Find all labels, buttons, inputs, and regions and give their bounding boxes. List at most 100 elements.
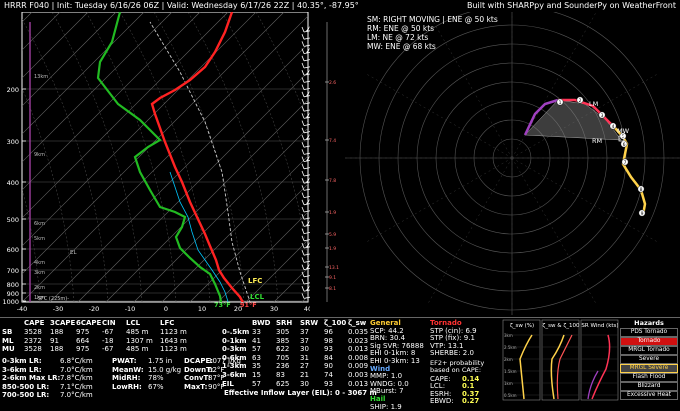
kinematic-cell: 33: [252, 328, 261, 336]
rm-label: RM: [592, 137, 602, 145]
kinematic-cell: 93: [324, 379, 333, 388]
tornado-item: SHERBE: 2.0: [430, 349, 474, 358]
kinematic-cell: 3-6km: [222, 371, 247, 379]
mini-profile-panels: ζ_sw (%) ζ_sw & ζ_100 SR Wind (kts) 3km 2.5k…: [502, 319, 619, 401]
hodo-height-label: 4: [612, 124, 615, 130]
kinematic-cell: 0.009: [348, 362, 369, 371]
kinematic-cell: 93: [324, 345, 333, 354]
kinematic-cell: 0-1km: [222, 336, 247, 345]
tornado-params: Tornado STP (cin): 6.9 STP (fix): 9.1 VTP: …: [430, 319, 502, 405]
height-label: 9km: [34, 152, 45, 158]
skewt-frame: [21, 12, 309, 303]
isotherm: [0, 12, 4, 302]
kinematic-cell: 21: [300, 371, 309, 379]
hazard-severe: Severe: [620, 354, 678, 364]
general-params: General SCP: 44.2 BRN: 30.4 Sig SVR: 76888 E…: [370, 319, 430, 411]
thermo-cell: -67: [102, 328, 114, 336]
hodograph-panel: 1 23456789LMMWRM SM: RIGHT MOVING | ENE @…: [345, 12, 680, 315]
pressure-label: 400: [7, 179, 19, 187]
thermo-cell: SB: [2, 328, 13, 336]
kinematic-cell: SRW: [300, 319, 319, 327]
vv-value: 8.1: [329, 286, 336, 292]
thermo-cell: -18: [102, 336, 114, 345]
hazard-excessive-heat: Excessive Heat: [620, 390, 678, 400]
surface-temperature: 91°F: [240, 301, 257, 309]
kinematic-cell: 0.003: [348, 371, 369, 379]
thermo-cell: 975: [76, 345, 90, 354]
hazard-blizzard: Blizzard: [620, 381, 678, 391]
mini-panel-title: SR Wind (kts): [581, 323, 618, 329]
sounding-title: HRRR F040 | Init: Tuesday 6/16/26 06Z | …: [4, 1, 359, 10]
hazard-pds-tornado: PDS Tornado: [620, 327, 678, 337]
kinematic-cell: SRH: [276, 319, 293, 327]
kinematic-cell: 35: [252, 362, 261, 371]
thermo-cell: MU: [2, 345, 15, 354]
thermo-cell: 91: [50, 336, 59, 345]
thermo-cell: 1643 m: [160, 336, 187, 345]
thermo-cell: MeanW:: [112, 365, 144, 374]
hodo-height-label: 2: [579, 98, 582, 104]
pressure-label: 500: [7, 216, 19, 224]
thermo-cell: 3CAPE: [50, 319, 76, 327]
title-bar: HRRR F040 | Init: Tuesday 6/16/26 06Z | …: [0, 0, 680, 12]
kinematic-cell: 30: [300, 379, 309, 388]
height-label: 13km: [34, 74, 48, 80]
hodo-height-label: 1: [559, 100, 562, 106]
kinematic-cell: 1-3km: [222, 362, 247, 371]
thermo-cell: 188: [50, 345, 64, 354]
kinematic-cell: 0.035: [348, 328, 369, 336]
thermo-cell: 850-500 LR:: [2, 382, 50, 391]
kinematic-cell: 74: [324, 371, 333, 379]
thermo-cell: 1.75 in: [148, 357, 173, 365]
rm-motion: RM: ENE @ 50 kts: [367, 24, 434, 33]
thermo-cell: MidRH:: [112, 374, 141, 383]
hazard-flash-flood: Flash Flood: [620, 372, 678, 382]
general-item: SHIP: 1.9: [370, 402, 402, 411]
vv-value: 1.9: [329, 246, 336, 252]
thermo-cell: 7.0°C/km: [60, 391, 93, 400]
temp-tick: 30: [270, 305, 278, 313]
hodo-height-label: 6: [623, 142, 626, 148]
thermo-cell: 485 m: [126, 345, 149, 354]
thermo-cell: LowRH:: [112, 382, 142, 391]
mini-axis-label: 3km: [504, 333, 513, 338]
thermo-cell: 3528: [24, 345, 42, 354]
kinematic-cell: 83: [276, 371, 285, 379]
thermo-cell: 6.8°C/km: [60, 357, 93, 365]
kinematic-cell: 0.013: [348, 345, 369, 354]
thermo-cell: 2372: [24, 336, 42, 345]
kinematic-cell: 96: [324, 328, 333, 336]
thermo-cell: MaxT:: [184, 382, 208, 391]
mw-label: MW: [617, 127, 630, 135]
credit-text: Built with SHARPpy and SounderPy on Weat…: [466, 1, 676, 10]
kinematic-cell: 0-3km: [222, 345, 247, 354]
thermo-cell: 188: [50, 328, 64, 336]
kinematic-cell: 57: [252, 379, 261, 388]
height-label: 2km: [34, 285, 45, 291]
vv-value: 13.1: [329, 265, 339, 271]
temp-tick: 10: [198, 305, 206, 313]
tornado-item: EF2+ probability based on CAPE:: [430, 359, 485, 374]
hazard-mrgl-tornado: MRGL Tornado: [620, 345, 678, 355]
kinematic-cell: 37: [300, 328, 309, 336]
mw-motion: MW: ENE @ 68 kts: [367, 42, 436, 51]
hodo-height-label: 9: [641, 211, 644, 217]
kinematic-cell: 0.023: [348, 336, 369, 345]
lcl-label: LCL: [250, 293, 265, 301]
mini-panel-frame: [541, 319, 580, 401]
kinematic-cell: 57: [252, 345, 261, 354]
kinematic-cell: 15: [252, 371, 261, 379]
thermo-cell: CAPE: [24, 319, 45, 327]
thermo-cell: 1307 m: [126, 336, 153, 345]
kinematic-cell: ζ_100: [324, 319, 347, 327]
vv-value: 9.1: [329, 275, 336, 281]
mini-axis-label: 1.5km: [504, 369, 517, 374]
mini-axis-label: 1km: [504, 381, 513, 386]
kinematic-cell: 37: [300, 336, 309, 345]
kinematic-cell: ζ_sw: [348, 319, 367, 327]
kinematic-cell: BWD: [252, 319, 271, 327]
kinematic-cell: 27: [300, 362, 309, 371]
tornado-item: EBWD:: [430, 397, 454, 406]
thermo-cell: 67%: [148, 382, 164, 391]
thermo-cell: 1123 m: [160, 328, 187, 336]
